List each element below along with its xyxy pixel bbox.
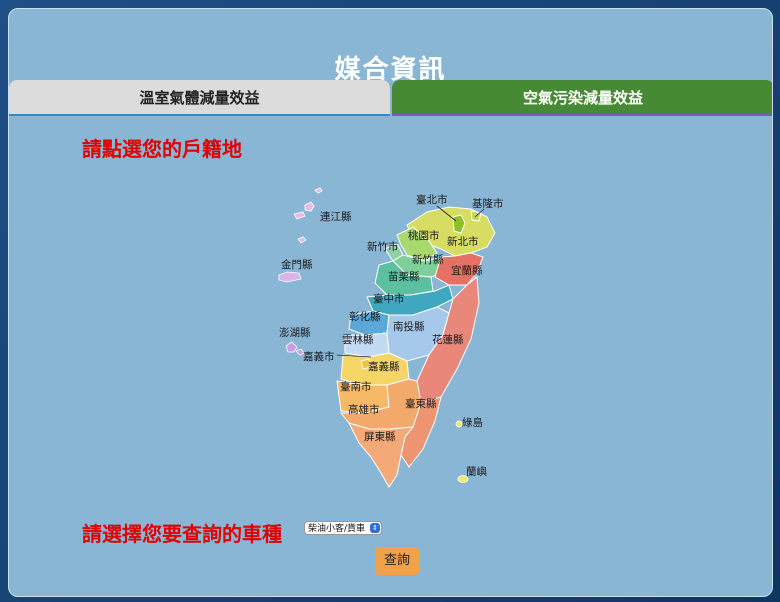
vehicle-type-value: 柴油小客/貨車: [308, 524, 366, 534]
region-penghu[interactable]: [285, 341, 305, 356]
label-chiayi-county: 嘉義縣: [368, 360, 400, 373]
label-lienchiang: 連江縣: [320, 210, 352, 223]
label-kaohsiung: 高雄市: [348, 403, 380, 416]
region-kinmen[interactable]: [278, 271, 302, 283]
vehicle-type-select[interactable]: 柴油小客/貨車 ⇕: [304, 521, 382, 535]
label-hsinchu-city: 新竹市: [367, 240, 399, 253]
label-pingtung: 屏東縣: [364, 430, 396, 443]
main-panel: 媒合資訊 溫室氣體減量效益 空氣污染減量效益 請點選您的戶籍地 連江縣 金門縣 …: [8, 8, 773, 597]
label-taitung: 臺東縣: [405, 397, 437, 410]
region-lienchiang[interactable]: [293, 187, 323, 244]
label-keelung: 基隆市: [472, 197, 504, 210]
taiwan-map[interactable]: 連江縣 金門縣 澎湖縣 臺北市 基隆市 桃園市 新北市 新竹市 新竹縣 苗栗縣 …: [9, 9, 773, 597]
label-kinmen: 金門縣: [281, 258, 313, 271]
label-nantou: 南投縣: [393, 320, 425, 333]
label-changhua: 彰化縣: [349, 310, 381, 323]
label-taichung: 臺中市: [373, 292, 405, 305]
label-tainan: 臺南市: [340, 380, 372, 393]
label-penghu: 澎湖縣: [279, 327, 311, 339]
label-yunlin: 雲林縣: [342, 333, 374, 346]
label-hsinchu-county: 新竹縣: [412, 253, 444, 266]
label-miaoli: 苗栗縣: [388, 271, 420, 283]
label-orchid-island: 蘭嶼: [466, 465, 487, 478]
label-taipei: 臺北市: [416, 193, 448, 206]
label-new-taipei: 新北市: [447, 235, 479, 248]
label-taoyuan: 桃園市: [408, 229, 440, 242]
chevron-updown-icon: ⇕: [370, 523, 380, 533]
label-hualien: 花蓮縣: [432, 333, 464, 346]
query-button[interactable]: 查詢: [375, 547, 419, 575]
label-chiayi-city: 嘉義市: [303, 350, 335, 363]
vehicle-prompt: 請選擇您要查詢的車種: [82, 522, 282, 546]
label-yilan: 宜蘭縣: [451, 264, 483, 277]
label-green-island: 綠島: [462, 416, 483, 429]
